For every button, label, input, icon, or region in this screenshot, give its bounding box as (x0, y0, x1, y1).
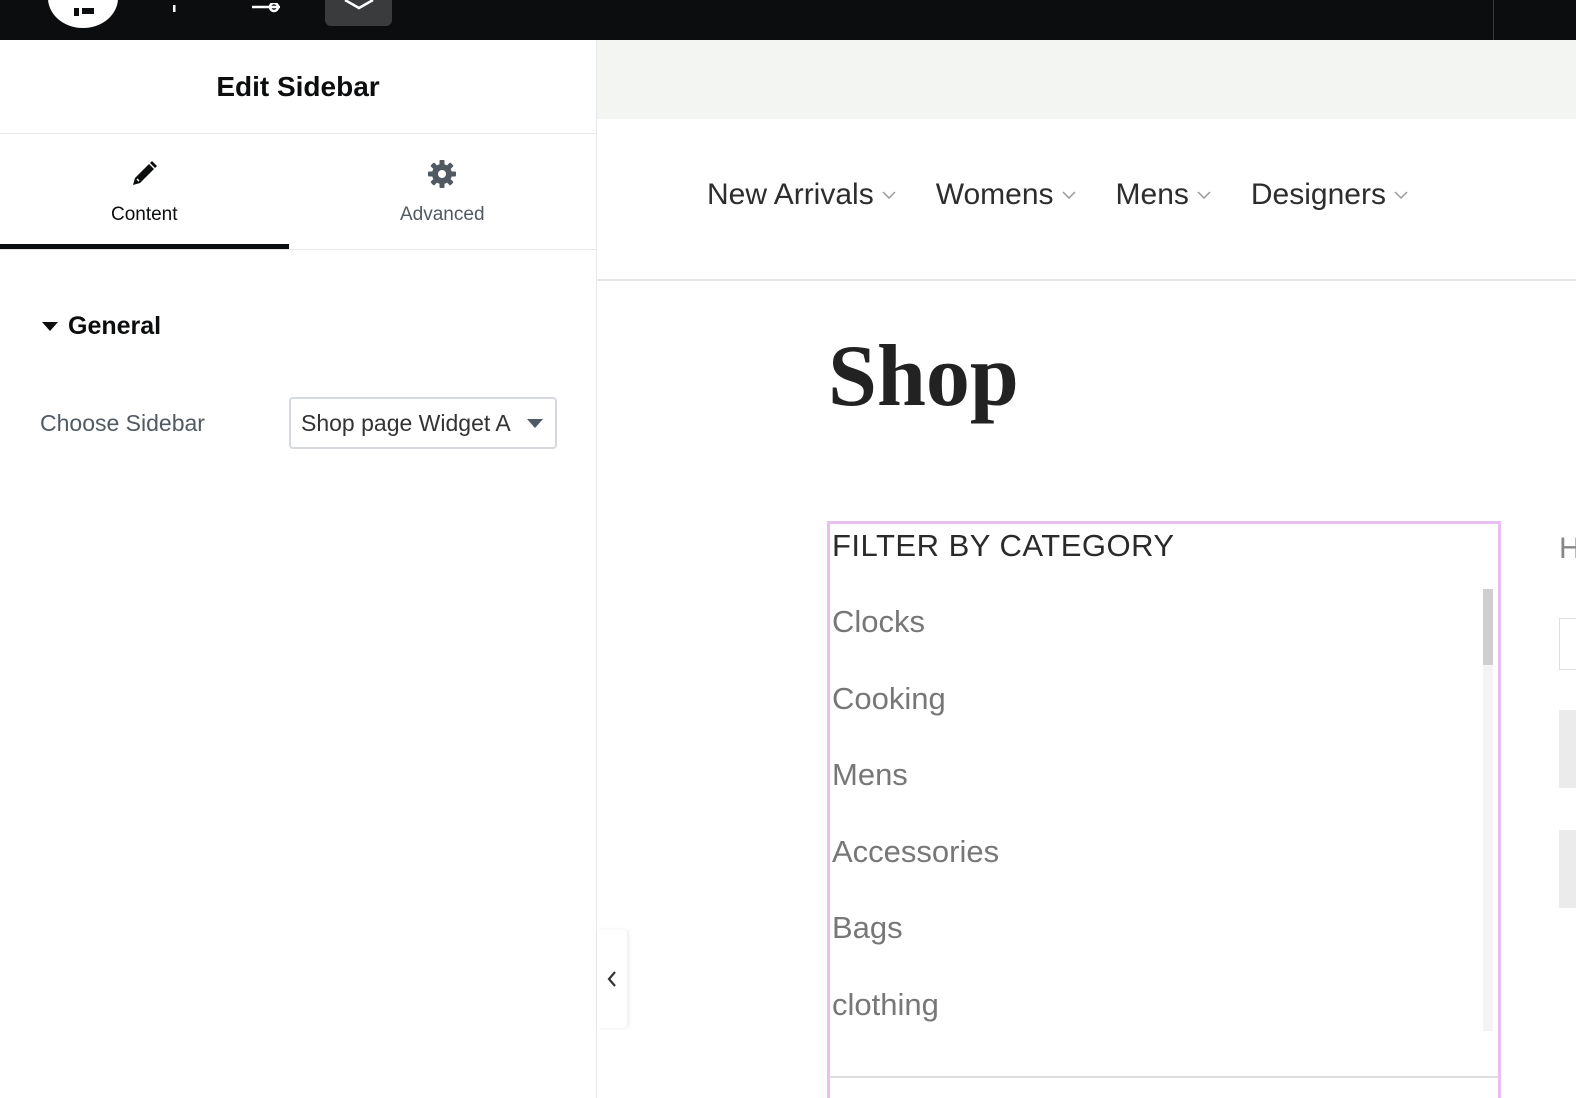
page-title: Shop (828, 328, 1019, 425)
caret-down-icon (42, 322, 58, 331)
category-item[interactable]: Cooking (832, 681, 999, 758)
panel-header: Edit Sidebar (0, 40, 596, 134)
tab-advanced-label: Advanced (400, 204, 485, 225)
main-nav: New Arrivals Womens Mens Designers (707, 178, 1408, 212)
nav-item-designers[interactable]: Designers (1251, 178, 1408, 212)
sidebar-widget[interactable]: FILTER BY CATEGORY Clocks Cooking Mens A… (827, 521, 1501, 1098)
pencil-icon (133, 161, 158, 185)
elementor-logo-icon[interactable] (48, 0, 118, 28)
tab-content-label: Content (110, 204, 178, 225)
choose-sidebar-value: Shop page Widget A (301, 409, 511, 436)
header-divider (597, 279, 1576, 281)
nav-item-label: Designers (1250, 178, 1386, 211)
gear-icon (428, 160, 457, 188)
nav-item-new-arrivals[interactable]: New Arrivals (707, 178, 896, 212)
section-general-toggle[interactable]: General (42, 312, 161, 341)
side-column-block (1559, 830, 1576, 908)
category-item[interactable]: clothing (832, 987, 999, 1064)
editor-panel: Edit Sidebar Content Advanced General Ch… (0, 40, 597, 1098)
layers-button[interactable] (325, 0, 392, 26)
widget-title: FILTER BY CATEGORY (832, 528, 1175, 563)
nav-item-mens[interactable]: Mens (1116, 178, 1211, 212)
layers-icon (344, 0, 374, 10)
category-item[interactable]: Mens (832, 757, 999, 834)
nav-item-label: Mens (1115, 178, 1189, 211)
category-item[interactable]: Bags (832, 910, 999, 987)
chevron-down-icon (1197, 191, 1211, 200)
section-title: General (68, 312, 162, 340)
side-column-text: H (1559, 532, 1576, 565)
choose-sidebar-label: Choose Sidebar (40, 410, 205, 436)
nav-item-label: Womens (935, 178, 1054, 211)
sliders-icon[interactable] (250, 0, 284, 18)
panel-tabs: Content Advanced (0, 134, 596, 250)
category-item[interactable]: Clocks (832, 604, 999, 681)
side-column-block (1559, 710, 1576, 788)
nav-item-label: New Arrivals (707, 178, 874, 211)
editor-topbar (0, 0, 1576, 40)
select-caret-icon (527, 419, 543, 428)
widget-divider (830, 1076, 1498, 1078)
chevron-down-icon (882, 191, 896, 200)
choose-sidebar-select[interactable]: Shop page Widget A (289, 397, 557, 449)
panel-title: Edit Sidebar (216, 70, 380, 102)
tab-content[interactable]: Content (0, 134, 289, 249)
tab-advanced[interactable]: Advanced (289, 134, 596, 249)
preview-top-band (597, 40, 1576, 119)
category-item[interactable]: Accessories (832, 834, 999, 911)
category-scrollbar-thumb[interactable] (1483, 589, 1493, 665)
page-preview: New Arrivals Womens Mens Designers Shop … (597, 40, 1576, 1098)
plus-icon[interactable] (166, 0, 182, 18)
topbar-divider (1493, 0, 1494, 40)
collapse-panel-button[interactable] (597, 930, 627, 1028)
chevron-down-icon (1394, 191, 1408, 200)
chevron-left-icon (607, 971, 616, 987)
chevron-down-icon (1062, 191, 1076, 200)
category-list: Clocks Cooking Mens Accessories Bags clo… (832, 604, 999, 1063)
side-column-input[interactable] (1559, 618, 1576, 670)
nav-item-womens[interactable]: Womens (936, 178, 1076, 212)
